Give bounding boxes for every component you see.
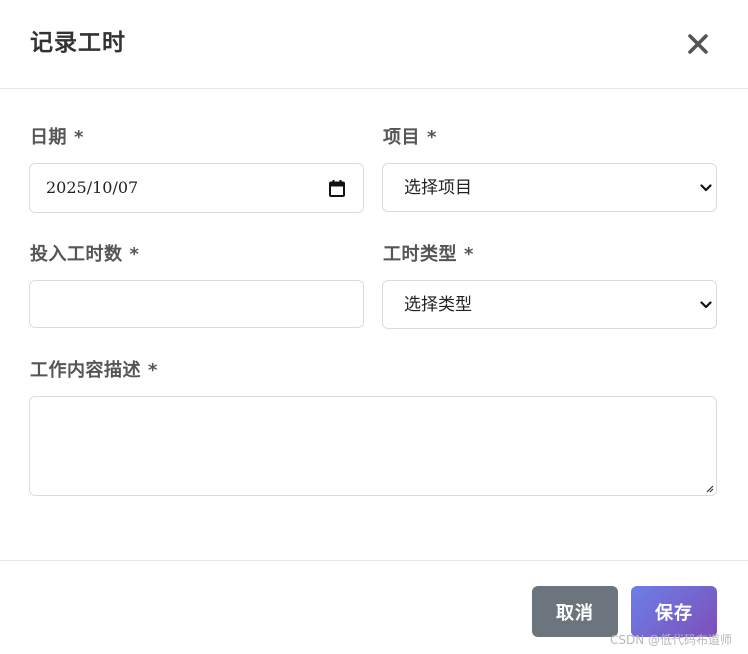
date-label: 日期 * xyxy=(30,126,84,150)
work-type-select[interactable]: 选择类型 xyxy=(382,280,717,329)
date-value: 2025/10/07 xyxy=(46,178,139,197)
dialog-header: 记录工时 xyxy=(0,0,748,89)
required-mark: * xyxy=(427,127,437,148)
description-textarea[interactable] xyxy=(29,396,717,496)
date-input[interactable]: 2025/10/07 xyxy=(29,163,364,213)
description-label: 工作内容描述 * xyxy=(30,359,158,383)
date-label-text: 日期 xyxy=(30,127,67,148)
project-select-value: 选择项目 xyxy=(404,178,472,198)
chevron-down-icon xyxy=(700,301,712,309)
project-select[interactable]: 选择项目 xyxy=(382,163,717,212)
record-hours-dialog: 记录工时 日期 * 2025/10/07 项目 * 选择项目 投入工时数 * 工… xyxy=(0,0,748,654)
watermark: CSDN @低代码布道师 xyxy=(610,633,733,647)
required-mark: * xyxy=(74,127,84,148)
hours-label: 投入工时数 * xyxy=(30,243,139,267)
work-type-label: 工时类型 * xyxy=(383,243,474,267)
required-mark: * xyxy=(464,244,474,265)
project-label: 项目 * xyxy=(383,126,437,150)
save-button[interactable]: 保存 xyxy=(631,586,717,637)
resize-handle-icon[interactable] xyxy=(705,484,714,493)
close-icon xyxy=(688,34,708,54)
chevron-down-icon xyxy=(700,184,712,192)
work-type-select-value: 选择类型 xyxy=(404,295,472,315)
hours-input[interactable] xyxy=(29,280,364,328)
project-label-text: 项目 xyxy=(383,127,420,148)
cancel-button[interactable]: 取消 xyxy=(532,586,618,637)
hours-label-text: 投入工时数 xyxy=(30,244,123,265)
close-button[interactable] xyxy=(680,26,716,62)
description-label-text: 工作内容描述 xyxy=(30,360,141,381)
work-type-label-text: 工时类型 xyxy=(383,244,457,265)
calendar-icon[interactable] xyxy=(329,180,345,197)
required-mark: * xyxy=(129,244,140,265)
required-mark: * xyxy=(148,360,158,381)
dialog-title: 记录工时 xyxy=(30,30,126,56)
